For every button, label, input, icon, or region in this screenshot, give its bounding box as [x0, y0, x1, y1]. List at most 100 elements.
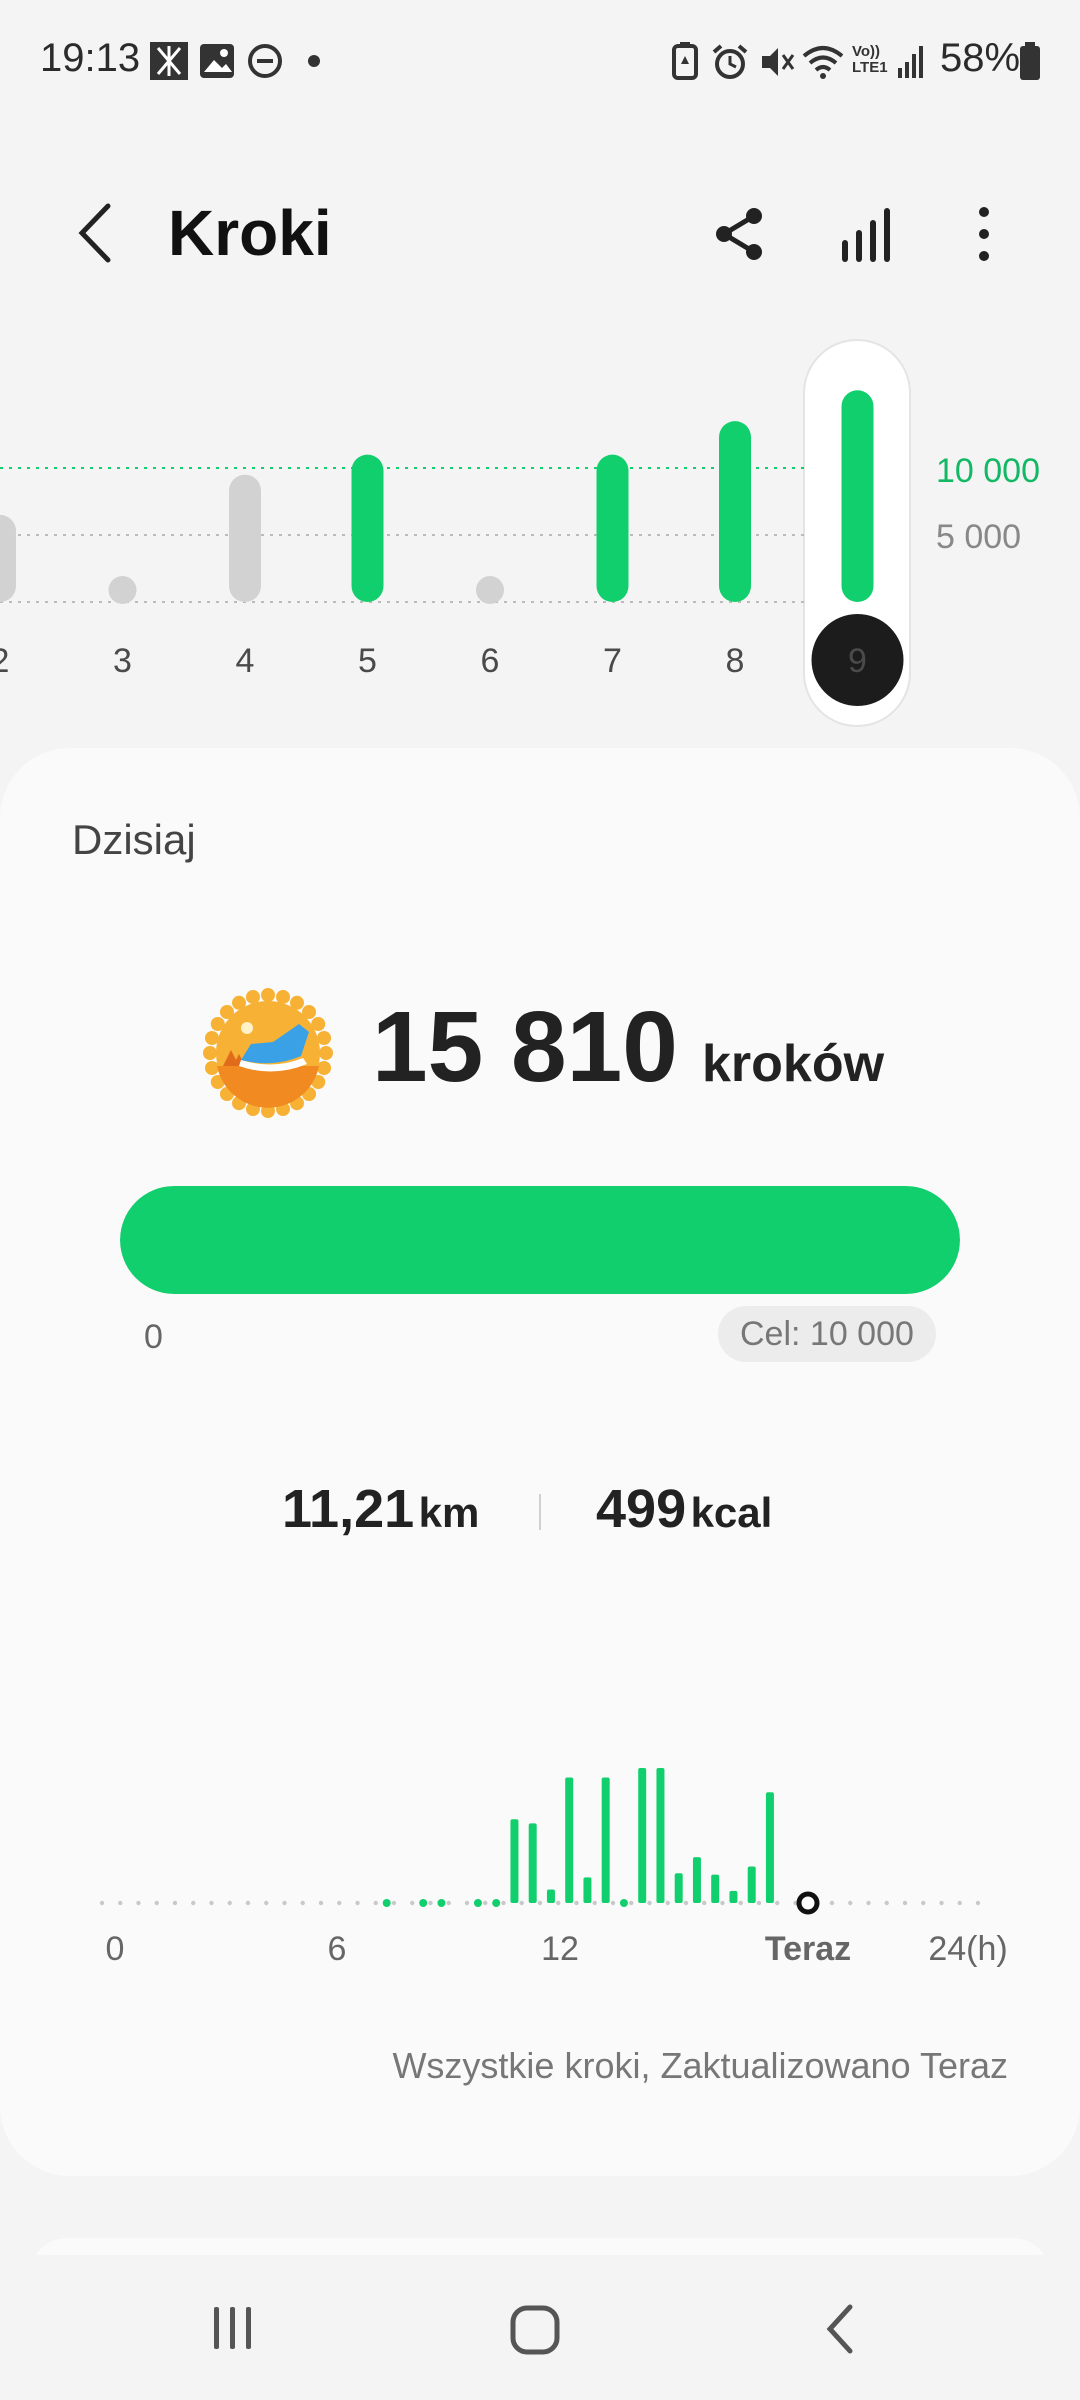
- back-icon[interactable]: [70, 200, 120, 266]
- day-label: 4: [236, 642, 255, 680]
- navigation-bar: [0, 2255, 1080, 2400]
- day-column-6[interactable]: 6: [476, 576, 504, 680]
- baseline-dot: [592, 1900, 597, 1906]
- baseline-dot: [720, 1900, 725, 1906]
- day-bar: [0, 514, 16, 602]
- progress-min-label: 0: [144, 1318, 163, 1356]
- day-column-8[interactable]: 8: [719, 421, 751, 680]
- steps-count: 15 810: [372, 991, 678, 1103]
- day-column-4[interactable]: 4: [229, 474, 261, 680]
- hourly-steps-chart[interactable]: 0 6 12 Teraz 24(h): [0, 1670, 1080, 1990]
- baseline-dot: [829, 1900, 835, 1906]
- battery-icon: [1020, 42, 1040, 80]
- baseline-dot: [702, 1900, 707, 1906]
- goal-progress-bar: [120, 1186, 960, 1294]
- baseline-dot: [391, 1900, 397, 1906]
- hour-bar: [528, 1823, 537, 1903]
- hour-tick-label: Teraz: [765, 1930, 851, 1968]
- stats-icon[interactable]: [836, 204, 896, 264]
- day-column-5[interactable]: 5: [351, 454, 384, 680]
- calories-value: 499: [596, 1479, 687, 1539]
- baseline-dot: [337, 1900, 342, 1906]
- hour-tick-label: 0: [106, 1930, 125, 1968]
- baseline-dot: [410, 1900, 415, 1906]
- baseline-dot: [501, 1900, 506, 1906]
- baseline-dot: [775, 1900, 780, 1906]
- signal-icon: [898, 46, 923, 78]
- baseline-dot: [227, 1900, 232, 1906]
- baseline-dot: [282, 1900, 287, 1906]
- baseline-dot: [665, 1900, 670, 1906]
- baseline-dot: [373, 1900, 378, 1906]
- baseline-dot: [957, 1900, 962, 1906]
- weekly-steps-chart[interactable]: 10 000 5 000 2 3 4 5 6 7 8 9: [0, 330, 1080, 730]
- day-label: 5: [358, 642, 377, 680]
- baseline-dot: [264, 1900, 269, 1906]
- goal-progress-fill: [120, 1186, 960, 1294]
- volte-icon: Vo)) LTE1: [852, 43, 888, 76]
- day-label: 6: [481, 642, 500, 680]
- back-nav-icon[interactable]: [820, 2301, 860, 2357]
- hour-bar: [437, 1899, 446, 1907]
- baseline-dot: [756, 1900, 762, 1906]
- hour-bar: [492, 1899, 501, 1907]
- running-shoe-badge-icon: [203, 988, 333, 1118]
- hour-bar: [656, 1768, 665, 1903]
- baseline-dot: [848, 1900, 853, 1906]
- baseline-dot: [975, 1900, 981, 1906]
- home-icon[interactable]: [508, 2303, 564, 2359]
- hour-bar: [638, 1768, 647, 1903]
- baseline-dot: [464, 1900, 470, 1906]
- hour-tick-label: 12: [541, 1930, 579, 1968]
- baseline-dot: [428, 1900, 433, 1906]
- hour-tick-label: 24(h): [928, 1930, 1007, 1968]
- hour-bar: [765, 1792, 774, 1903]
- baseline-dot: [610, 1900, 616, 1906]
- baseline-dot: [738, 1900, 743, 1906]
- baseline-dot: [921, 1900, 926, 1906]
- baseline-dot: [866, 1900, 871, 1906]
- badge-edge: [319, 1046, 333, 1060]
- baseline-dot: [884, 1900, 889, 1906]
- more-icon[interactable]: [964, 204, 1004, 264]
- baseline-dot: [556, 1900, 561, 1906]
- now-marker: [796, 1891, 820, 1915]
- day-label: 2: [0, 642, 9, 680]
- calories-metric: 499 kcal: [596, 1478, 772, 1540]
- calories-unit: kcal: [690, 1489, 773, 1536]
- hour-bar: [382, 1899, 391, 1907]
- hour-bar: [619, 1899, 628, 1907]
- baseline-dot: [318, 1900, 324, 1906]
- steps-unit: kroków: [702, 1035, 885, 1093]
- day-bar: [719, 421, 751, 602]
- alarm-icon: [712, 44, 748, 79]
- hour-bar: [711, 1874, 720, 1903]
- baseline-dot: [683, 1900, 689, 1906]
- badge-edge: [204, 1061, 219, 1076]
- day-bar: [229, 474, 261, 602]
- share-icon[interactable]: [710, 204, 770, 264]
- hour-bar: [419, 1899, 428, 1907]
- badge-edge: [317, 1061, 332, 1076]
- day-column-7[interactable]: 7: [596, 454, 629, 680]
- badge-edge: [276, 989, 291, 1004]
- goal-label: Cel: 10 000: [718, 1306, 936, 1362]
- baseline-dot: [136, 1900, 141, 1906]
- hour-bar: [583, 1877, 592, 1903]
- hour-bar: [747, 1866, 756, 1903]
- day-column-3[interactable]: 3: [108, 576, 137, 680]
- badge-edge: [203, 1046, 217, 1060]
- metric-divider: [539, 1494, 541, 1530]
- mute-icon: [762, 48, 795, 76]
- distance-metric: 11,21 km: [282, 1478, 479, 1540]
- recent-apps-icon[interactable]: [208, 2303, 258, 2353]
- hour-bar: [473, 1899, 482, 1907]
- distance-value: 11,21: [282, 1479, 415, 1539]
- day-column-2[interactable]: 2: [0, 514, 16, 680]
- baseline-dot: [902, 1900, 908, 1906]
- baseline-dot: [172, 1900, 178, 1906]
- baseline-dot: [574, 1900, 579, 1906]
- goal-axis-label: 10 000: [936, 452, 1040, 490]
- hour-bar: [692, 1857, 701, 1903]
- baseline-dot: [537, 1900, 543, 1906]
